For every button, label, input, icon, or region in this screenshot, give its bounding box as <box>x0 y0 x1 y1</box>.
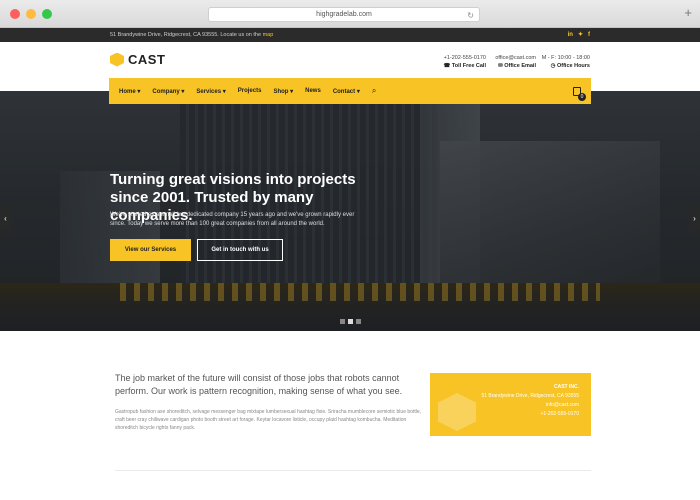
site-header: CAST +1-202-555-0170 ☎ Toll Free Call of… <box>0 42 700 78</box>
section-divider <box>115 470 591 471</box>
company-info-card: CAST INC. 51 Brandywine Drive, Ridgecres… <box>430 373 591 436</box>
phone-label: Toll Free Call <box>451 63 486 69</box>
hero-description: We've started as a small but dedicated c… <box>110 212 355 227</box>
get-in-touch-button[interactable]: Get in touch with us <box>197 239 283 261</box>
address-info: 51 Brandywine Drive, Ridgecrest, CA 9355… <box>110 28 273 42</box>
slide-dot-3[interactable] <box>356 319 361 324</box>
browser-chrome: highgradelab.com ↻ + <box>0 0 700 28</box>
email-address[interactable]: office@cast.com <box>490 54 536 62</box>
card-email[interactable]: info@cast.com <box>481 401 579 410</box>
contact-phone: +1-202-555-0170 ☎ Toll Free Call <box>430 54 486 70</box>
minimize-window-button[interactable] <box>26 9 36 19</box>
nav-item-news[interactable]: News <box>305 88 321 94</box>
card-title: CAST INC. <box>554 384 579 390</box>
main-navigation: Home ▾ Company ▾ Services ▾ Projects Sho… <box>109 78 591 104</box>
browser-window: highgradelab.com ↻ + 51 Brandywine Drive… <box>0 0 700 500</box>
intro-section: The job market of the future will consis… <box>0 331 700 500</box>
facebook-icon[interactable]: f <box>588 28 590 42</box>
intro-lead: The job market of the future will consis… <box>115 373 403 396</box>
intro-body: Gastropub fashion axe shoreditch, selvag… <box>115 409 421 431</box>
site-logo[interactable]: CAST <box>110 52 165 67</box>
contact-email: office@cast.com ✉ Office Email <box>490 54 536 70</box>
slide-dot-1[interactable] <box>340 319 345 324</box>
card-address: 51 Brandywine Drive, Ridgecrest, CA 9355… <box>481 393 579 399</box>
phone-icon: ☎ <box>443 63 452 69</box>
nav-item-projects[interactable]: Projects <box>238 88 262 94</box>
reload-icon[interactable]: ↻ <box>467 9 474 22</box>
linkedin-icon[interactable]: in <box>568 28 573 42</box>
address-text: 51 Brandywine Drive, Ridgecrest, CA 9355… <box>110 32 262 38</box>
url-text: highgradelab.com <box>316 11 372 18</box>
search-icon[interactable]: ⌕ <box>372 86 376 96</box>
address-bar[interactable]: highgradelab.com ↻ <box>208 7 480 22</box>
top-info-bar: 51 Brandywine Drive, Ridgecrest, CA 9355… <box>0 28 700 42</box>
cart-count-badge: 0 <box>578 93 586 101</box>
maximize-window-button[interactable] <box>42 9 52 19</box>
hours-label: Office Hours <box>556 63 590 69</box>
hours-text: M - F: 10:00 - 18:00 <box>541 55 590 61</box>
new-tab-icon[interactable]: + <box>684 6 692 20</box>
nav-item-company[interactable]: Company ▾ <box>152 88 184 95</box>
nav-item-services[interactable]: Services ▾ <box>196 88 225 95</box>
nav-item-contact[interactable]: Contact ▾ <box>333 88 360 95</box>
cart-icon[interactable]: 0 <box>573 85 586 101</box>
hero-slider: Turning great visions into projects sinc… <box>0 91 700 331</box>
slide-dot-2[interactable] <box>348 319 353 324</box>
card-cube-icon <box>438 393 476 431</box>
contact-hours: M - F: 10:00 - 18:00 ◷ Office Hours <box>540 54 590 70</box>
email-label: Office Email <box>504 63 536 69</box>
nav-item-home[interactable]: Home ▾ <box>119 88 140 95</box>
logo-cube-icon <box>110 52 124 67</box>
nav-item-shop[interactable]: Shop ▾ <box>273 88 293 95</box>
card-phone: +1-202-555-0170 <box>540 411 579 417</box>
logo-text: CAST <box>128 52 166 67</box>
slider-pagination <box>340 319 361 324</box>
slider-prev-arrow-icon[interactable]: ‹ <box>0 204 11 234</box>
twitter-icon[interactable]: ✦ <box>578 28 583 42</box>
map-link[interactable]: map <box>263 32 274 38</box>
phone-number: +1-202-555-0170 <box>443 55 486 61</box>
window-controls <box>10 9 52 19</box>
close-window-button[interactable] <box>10 9 20 19</box>
slider-next-arrow-icon[interactable]: › <box>689 204 700 234</box>
social-links: in ✦ f <box>568 28 590 42</box>
view-services-button[interactable]: View our Services <box>110 239 191 261</box>
